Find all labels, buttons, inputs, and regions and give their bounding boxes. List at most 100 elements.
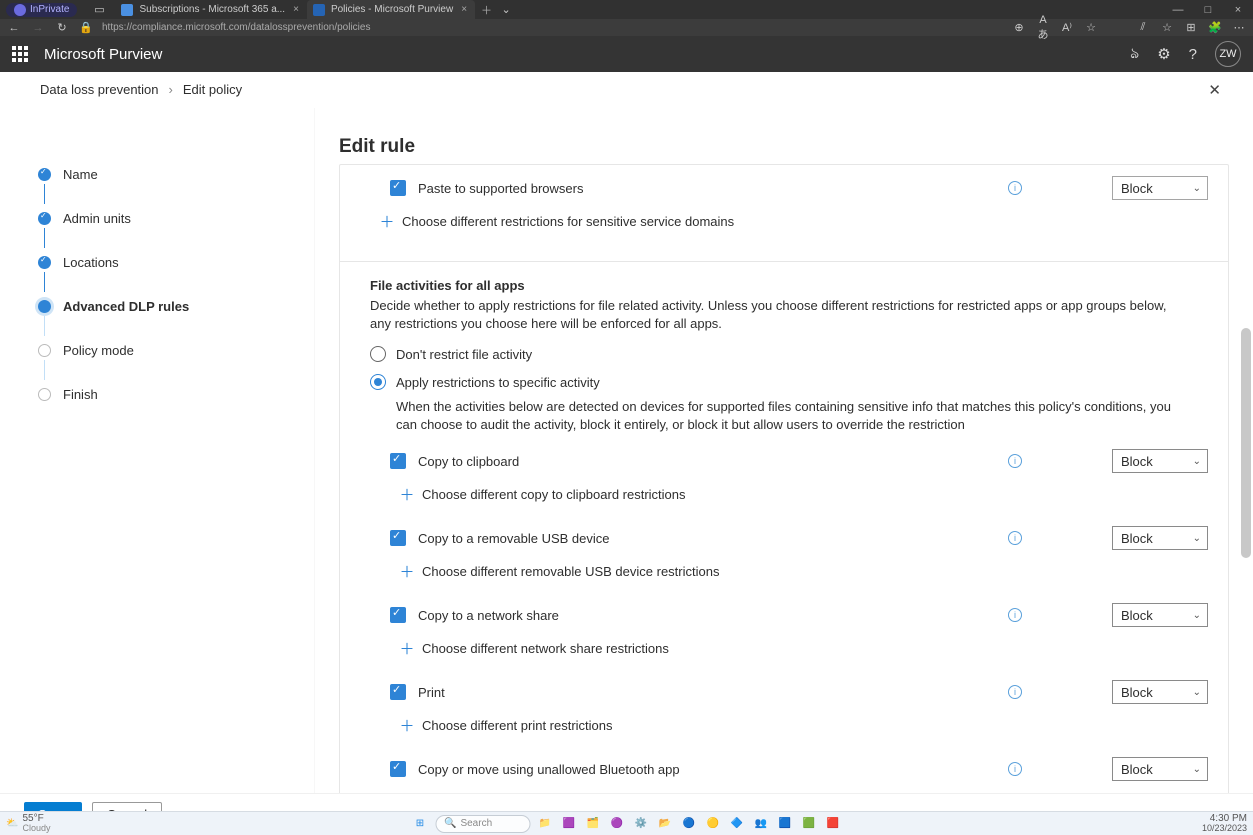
window-close[interactable]: × — [1223, 4, 1253, 16]
browser-tab[interactable]: Subscriptions - Microsoft 365 a... × — [115, 0, 306, 19]
divider — [340, 261, 1229, 262]
close-icon[interactable]: × — [291, 4, 301, 15]
window-maximize[interactable]: □ — [1193, 4, 1223, 16]
info-icon[interactable]: i — [1008, 181, 1022, 195]
browser-tab-active[interactable]: Policies - Microsoft Purview × — [307, 0, 475, 19]
extensions-icon[interactable]: 🧩 — [1207, 21, 1223, 34]
checkbox-copy-network[interactable] — [390, 607, 406, 623]
panel-title: Edit rule — [315, 108, 1253, 164]
step-locations[interactable]: Locations — [38, 240, 314, 284]
step-finish[interactable]: Finish — [38, 372, 314, 416]
checkbox-copy-clipboard[interactable] — [390, 453, 406, 469]
chevron-down-icon[interactable]: ⌄ — [498, 3, 514, 16]
taskbar-app-icon[interactable]: 🟦 — [776, 815, 794, 833]
radio-apply-restrictions[interactable] — [370, 374, 386, 390]
taskbar-app-icon[interactable]: 🟡 — [704, 815, 722, 833]
info-icon[interactable]: i — [1008, 531, 1022, 545]
system-clock[interactable]: 4:30 PM 10/23/2023 — [1202, 814, 1247, 833]
action-select-copy-usb[interactable]: Block⌄ — [1112, 526, 1208, 550]
split-icon[interactable]: ⫽ — [1135, 21, 1151, 34]
rule-panel: Edit rule Paste to supported browsers i … — [315, 108, 1253, 835]
panel-close-button[interactable]: ✕ — [1208, 81, 1221, 99]
read-aloud-icon[interactable]: A⁾ — [1059, 21, 1075, 34]
checkbox-print[interactable] — [390, 684, 406, 700]
radio-dont-restrict[interactable] — [370, 346, 386, 362]
close-icon[interactable]: × — [459, 4, 469, 15]
info-icon[interactable]: i — [1008, 454, 1022, 468]
new-tab-button[interactable]: ＋ — [475, 2, 498, 18]
tab-overview-icon[interactable]: ▭ — [91, 3, 107, 16]
start-icon[interactable]: ⊞ — [411, 815, 429, 833]
step-advanced-dlp-rules[interactable]: Advanced DLP rules — [38, 284, 314, 328]
taskbar-app-icon[interactable]: 📂 — [656, 815, 674, 833]
taskbar-app-icon[interactable]: 🗂️ — [584, 815, 602, 833]
tab-favicon — [313, 4, 325, 16]
sublink-network[interactable]: Choose different network share restricti… — [422, 641, 669, 656]
action-select-bluetooth[interactable]: Block⌄ — [1112, 757, 1208, 781]
chevron-down-icon: ⌄ — [1193, 687, 1201, 698]
checkbox-paste-browsers[interactable] — [390, 180, 406, 196]
taskbar-app-icon[interactable]: 🟪 — [560, 815, 578, 833]
address-url[interactable]: https://compliance.microsoft.com/datalos… — [102, 22, 370, 33]
taskbar-app-icon[interactable]: 🔵 — [680, 815, 698, 833]
scrollbar-thumb[interactable] — [1241, 328, 1251, 558]
lock-icon[interactable]: 🔒 — [78, 21, 94, 34]
sublink-service-domains[interactable]: Choose different restrictions for sensit… — [402, 214, 734, 229]
sublink-print[interactable]: Choose different print restrictions — [422, 718, 613, 733]
taskbar-app-icon[interactable]: 🟣 — [608, 815, 626, 833]
activity-label: Copy to a network share — [418, 608, 559, 623]
activity-label: Copy or move using unallowed Bluetooth a… — [418, 762, 680, 777]
taskbar-app-icon[interactable]: 📁 — [536, 815, 554, 833]
breadcrumb-item[interactable]: Data loss prevention — [40, 82, 159, 97]
weather-widget[interactable]: 55°F Cloudy — [22, 814, 50, 833]
step-admin-units[interactable]: Admin units — [38, 196, 314, 240]
taskbar-app-icon[interactable]: 🟥 — [824, 815, 842, 833]
tab-title: Policies - Microsoft Purview — [331, 4, 453, 15]
inprivate-badge: InPrivate — [6, 3, 77, 17]
breadcrumb-item: Edit policy — [183, 82, 242, 97]
zoom-icon[interactable]: ⊕ — [1011, 21, 1027, 34]
app-launcher-icon[interactable] — [12, 46, 28, 62]
taskbar-app-icon[interactable]: ⚙️ — [632, 815, 650, 833]
browser-address-row: ← → ↻ 🔒 https://compliance.microsoft.com… — [0, 19, 1253, 36]
back-icon[interactable]: ← — [6, 22, 22, 34]
info-icon[interactable]: i — [1008, 762, 1022, 776]
favorite-icon[interactable]: ☆ — [1083, 21, 1099, 34]
step-name[interactable]: Name — [38, 152, 314, 196]
action-select-copy-clipboard[interactable]: Block⌄ — [1112, 449, 1208, 473]
plus-icon: ＋ — [400, 565, 414, 579]
radio-label: Don't restrict file activity — [396, 347, 532, 362]
favorites-bar-icon[interactable]: ☆ — [1159, 21, 1175, 34]
window-minimize[interactable]: — — [1163, 4, 1193, 16]
breadcrumb: Data loss prevention › Edit policy — [40, 82, 242, 97]
more-icon[interactable]: ⋯ — [1231, 21, 1247, 34]
collections-icon[interactable]: ⊞ — [1183, 21, 1199, 34]
step-policy-mode[interactable]: Policy mode — [38, 328, 314, 372]
radio-description: When the activities below are detected o… — [370, 394, 1208, 443]
translate-icon[interactable]: Aあ — [1035, 14, 1051, 42]
taskbar-app-icon[interactable]: 🟩 — [800, 815, 818, 833]
search-icon: 🔍 — [444, 818, 456, 829]
section-title-file-activities: File activities for all apps — [370, 278, 1208, 293]
info-icon[interactable]: i — [1008, 685, 1022, 699]
checkbox-bluetooth[interactable] — [390, 761, 406, 777]
refresh-icon[interactable]: ↻ — [54, 21, 70, 34]
taskbar-app-icon[interactable]: 👥 — [752, 815, 770, 833]
info-icon[interactable]: i — [1008, 608, 1022, 622]
sublink-usb[interactable]: Choose different removable USB device re… — [422, 564, 719, 579]
action-select-copy-network[interactable]: Block⌄ — [1112, 603, 1208, 627]
taskbar-search[interactable]: 🔍 Search — [435, 815, 530, 833]
plus-icon: ＋ — [400, 642, 414, 656]
gear-icon[interactable]: ⚙ — [1157, 45, 1170, 63]
activity-label: Print — [418, 685, 445, 700]
diagnostics-icon[interactable]: ঌ — [1130, 42, 1139, 67]
help-icon[interactable]: ? — [1189, 46, 1197, 63]
sublink-clipboard[interactable]: Choose different copy to clipboard restr… — [422, 487, 686, 502]
action-select-print[interactable]: Block⌄ — [1112, 680, 1208, 704]
avatar[interactable]: ZW — [1215, 41, 1241, 67]
checkbox-copy-usb[interactable] — [390, 530, 406, 546]
chevron-down-icon: ⌄ — [1193, 533, 1201, 544]
chevron-down-icon: ⌄ — [1193, 610, 1201, 621]
taskbar-app-icon[interactable]: 🔷 — [728, 815, 746, 833]
action-select-paste-browsers[interactable]: Block⌄ — [1112, 176, 1208, 200]
